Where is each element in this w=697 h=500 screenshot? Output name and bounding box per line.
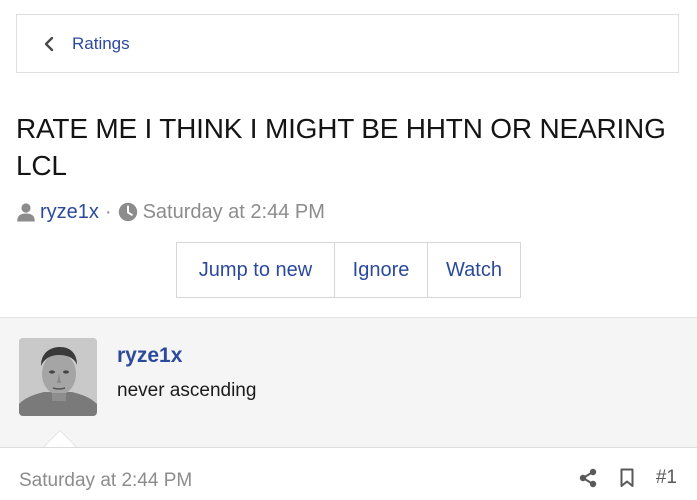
ignore-button[interactable]: Ignore bbox=[334, 243, 427, 297]
post-pointer-fill bbox=[44, 431, 76, 447]
post-actions: #1 bbox=[578, 467, 677, 489]
post: ryze1x never ascending Saturday at 2:44 … bbox=[0, 317, 697, 500]
thread-action-buttons: Jump to new Ignore Watch bbox=[176, 242, 521, 298]
post-username[interactable]: ryze1x bbox=[117, 344, 182, 368]
thread-meta: ryze1x · Saturday at 2:44 PM bbox=[16, 199, 325, 225]
thread-page: Ratings RATE ME I THINK I MIGHT BE HHTN … bbox=[0, 0, 697, 500]
thread-date: Saturday at 2:44 PM bbox=[142, 200, 325, 223]
meta-separator: · bbox=[104, 200, 112, 223]
clock-icon bbox=[118, 202, 138, 222]
breadcrumb[interactable]: Ratings bbox=[16, 14, 679, 73]
user-icon bbox=[16, 202, 36, 222]
thread-author-link[interactable]: ryze1x bbox=[40, 201, 99, 224]
bookmark-icon[interactable] bbox=[618, 468, 636, 488]
watch-button[interactable]: Watch bbox=[427, 243, 520, 297]
post-user-title: never ascending bbox=[117, 380, 257, 401]
chevron-left-icon[interactable] bbox=[38, 33, 60, 55]
jump-to-new-button[interactable]: Jump to new bbox=[177, 243, 334, 297]
post-date[interactable]: Saturday at 2:44 PM bbox=[19, 470, 192, 492]
share-icon[interactable] bbox=[578, 468, 598, 488]
avatar[interactable] bbox=[19, 338, 97, 416]
post-number-link[interactable]: #1 bbox=[656, 467, 677, 489]
thread-title: RATE ME I THINK I MIGHT BE HHTN OR NEARI… bbox=[16, 113, 666, 181]
breadcrumb-link-ratings[interactable]: Ratings bbox=[72, 34, 130, 54]
